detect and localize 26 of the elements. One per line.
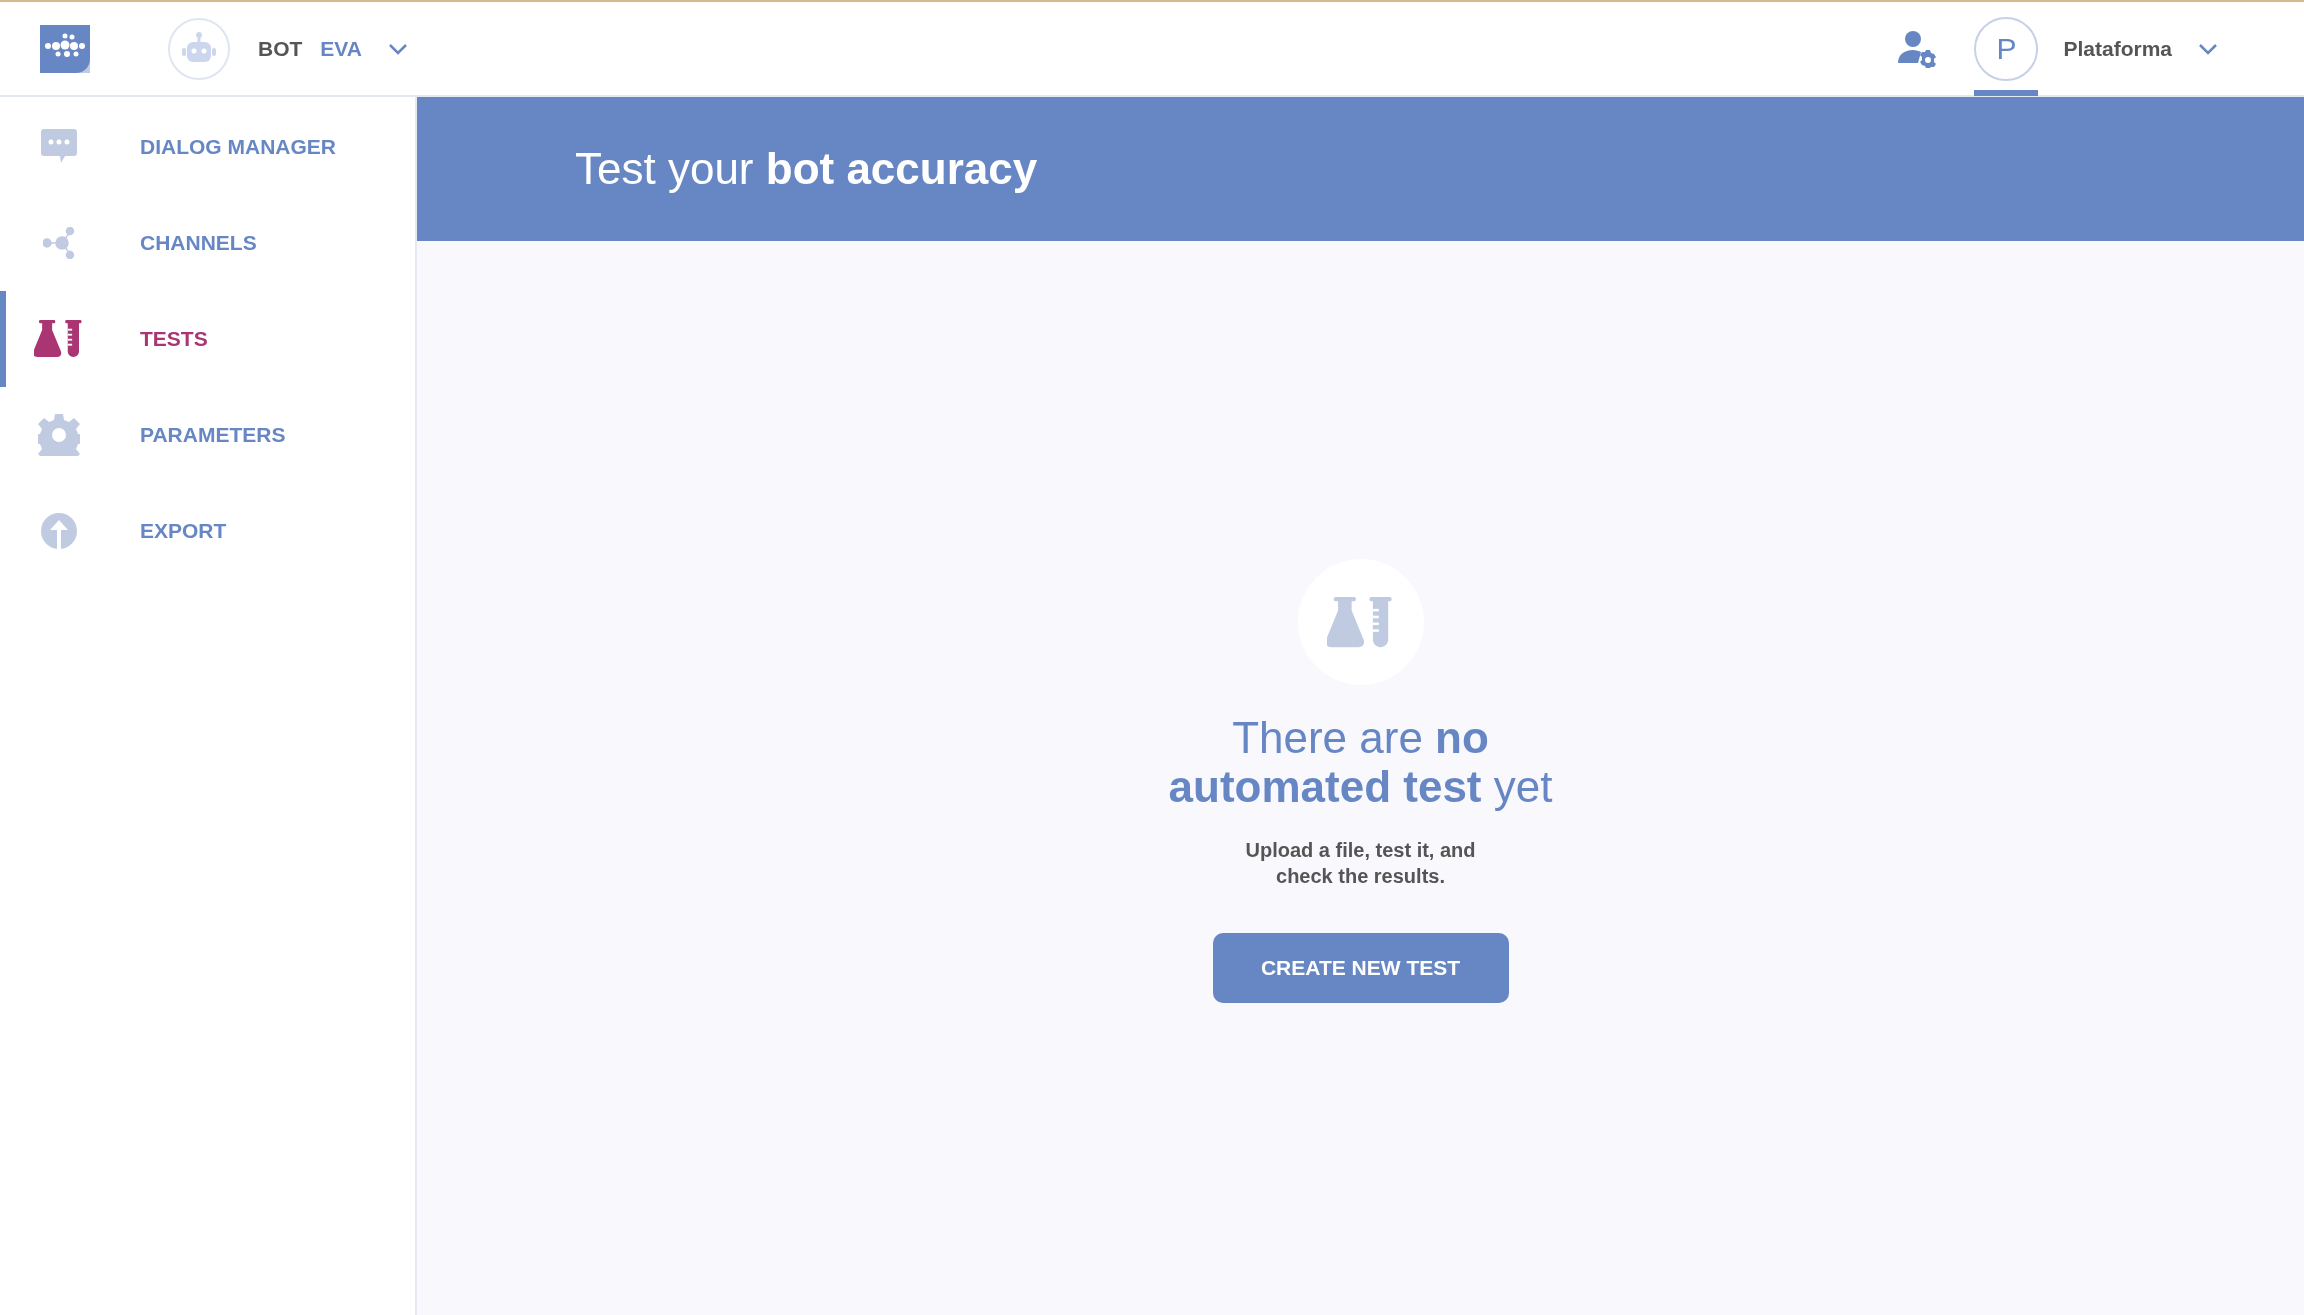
gear-icon: [38, 414, 80, 456]
workspace-name[interactable]: Plataforma: [2063, 36, 2172, 61]
sidebar-item[interactable]: PARAMETERS: [0, 387, 415, 483]
sidebar-item-label: PARAMETERS: [140, 423, 286, 447]
flask-tube-icon: [34, 320, 84, 358]
user-avatar[interactable]: P: [1974, 16, 2039, 81]
chevron-down-icon[interactable]: [2198, 42, 2218, 55]
create-test-button[interactable]: CREATE NEW TEST: [1212, 933, 1509, 1003]
sidebar-item-label: DIALOG MANAGER: [140, 135, 336, 159]
share-nodes-icon: [43, 227, 75, 259]
sidebar-item[interactable]: EXPORT: [0, 483, 415, 579]
chevron-down-icon[interactable]: [387, 42, 408, 55]
sidebar-item[interactable]: DIALOG MANAGER: [0, 99, 415, 195]
page-title: Test your bot accuracy: [575, 144, 1038, 194]
empty-state-title: There are no automated test yet: [1167, 713, 1554, 811]
user-gear-icon[interactable]: [1898, 29, 1937, 68]
bot-name[interactable]: EVA: [320, 36, 362, 61]
chat-bubble-icon: [41, 129, 77, 165]
sidebar-item-label: TESTS: [140, 327, 208, 351]
flask-tube-icon: [1326, 596, 1395, 648]
bot-label: BOT: [258, 36, 303, 61]
logo-icon[interactable]: [40, 24, 90, 73]
empty-state-description: Upload a file, test it, and check the results.: [1244, 838, 1477, 889]
sidebar-item-label: EXPORT: [140, 519, 227, 543]
sidebar-item[interactable]: CHANNELS: [0, 195, 415, 291]
sidebar-item-label: CHANNELS: [140, 231, 257, 255]
